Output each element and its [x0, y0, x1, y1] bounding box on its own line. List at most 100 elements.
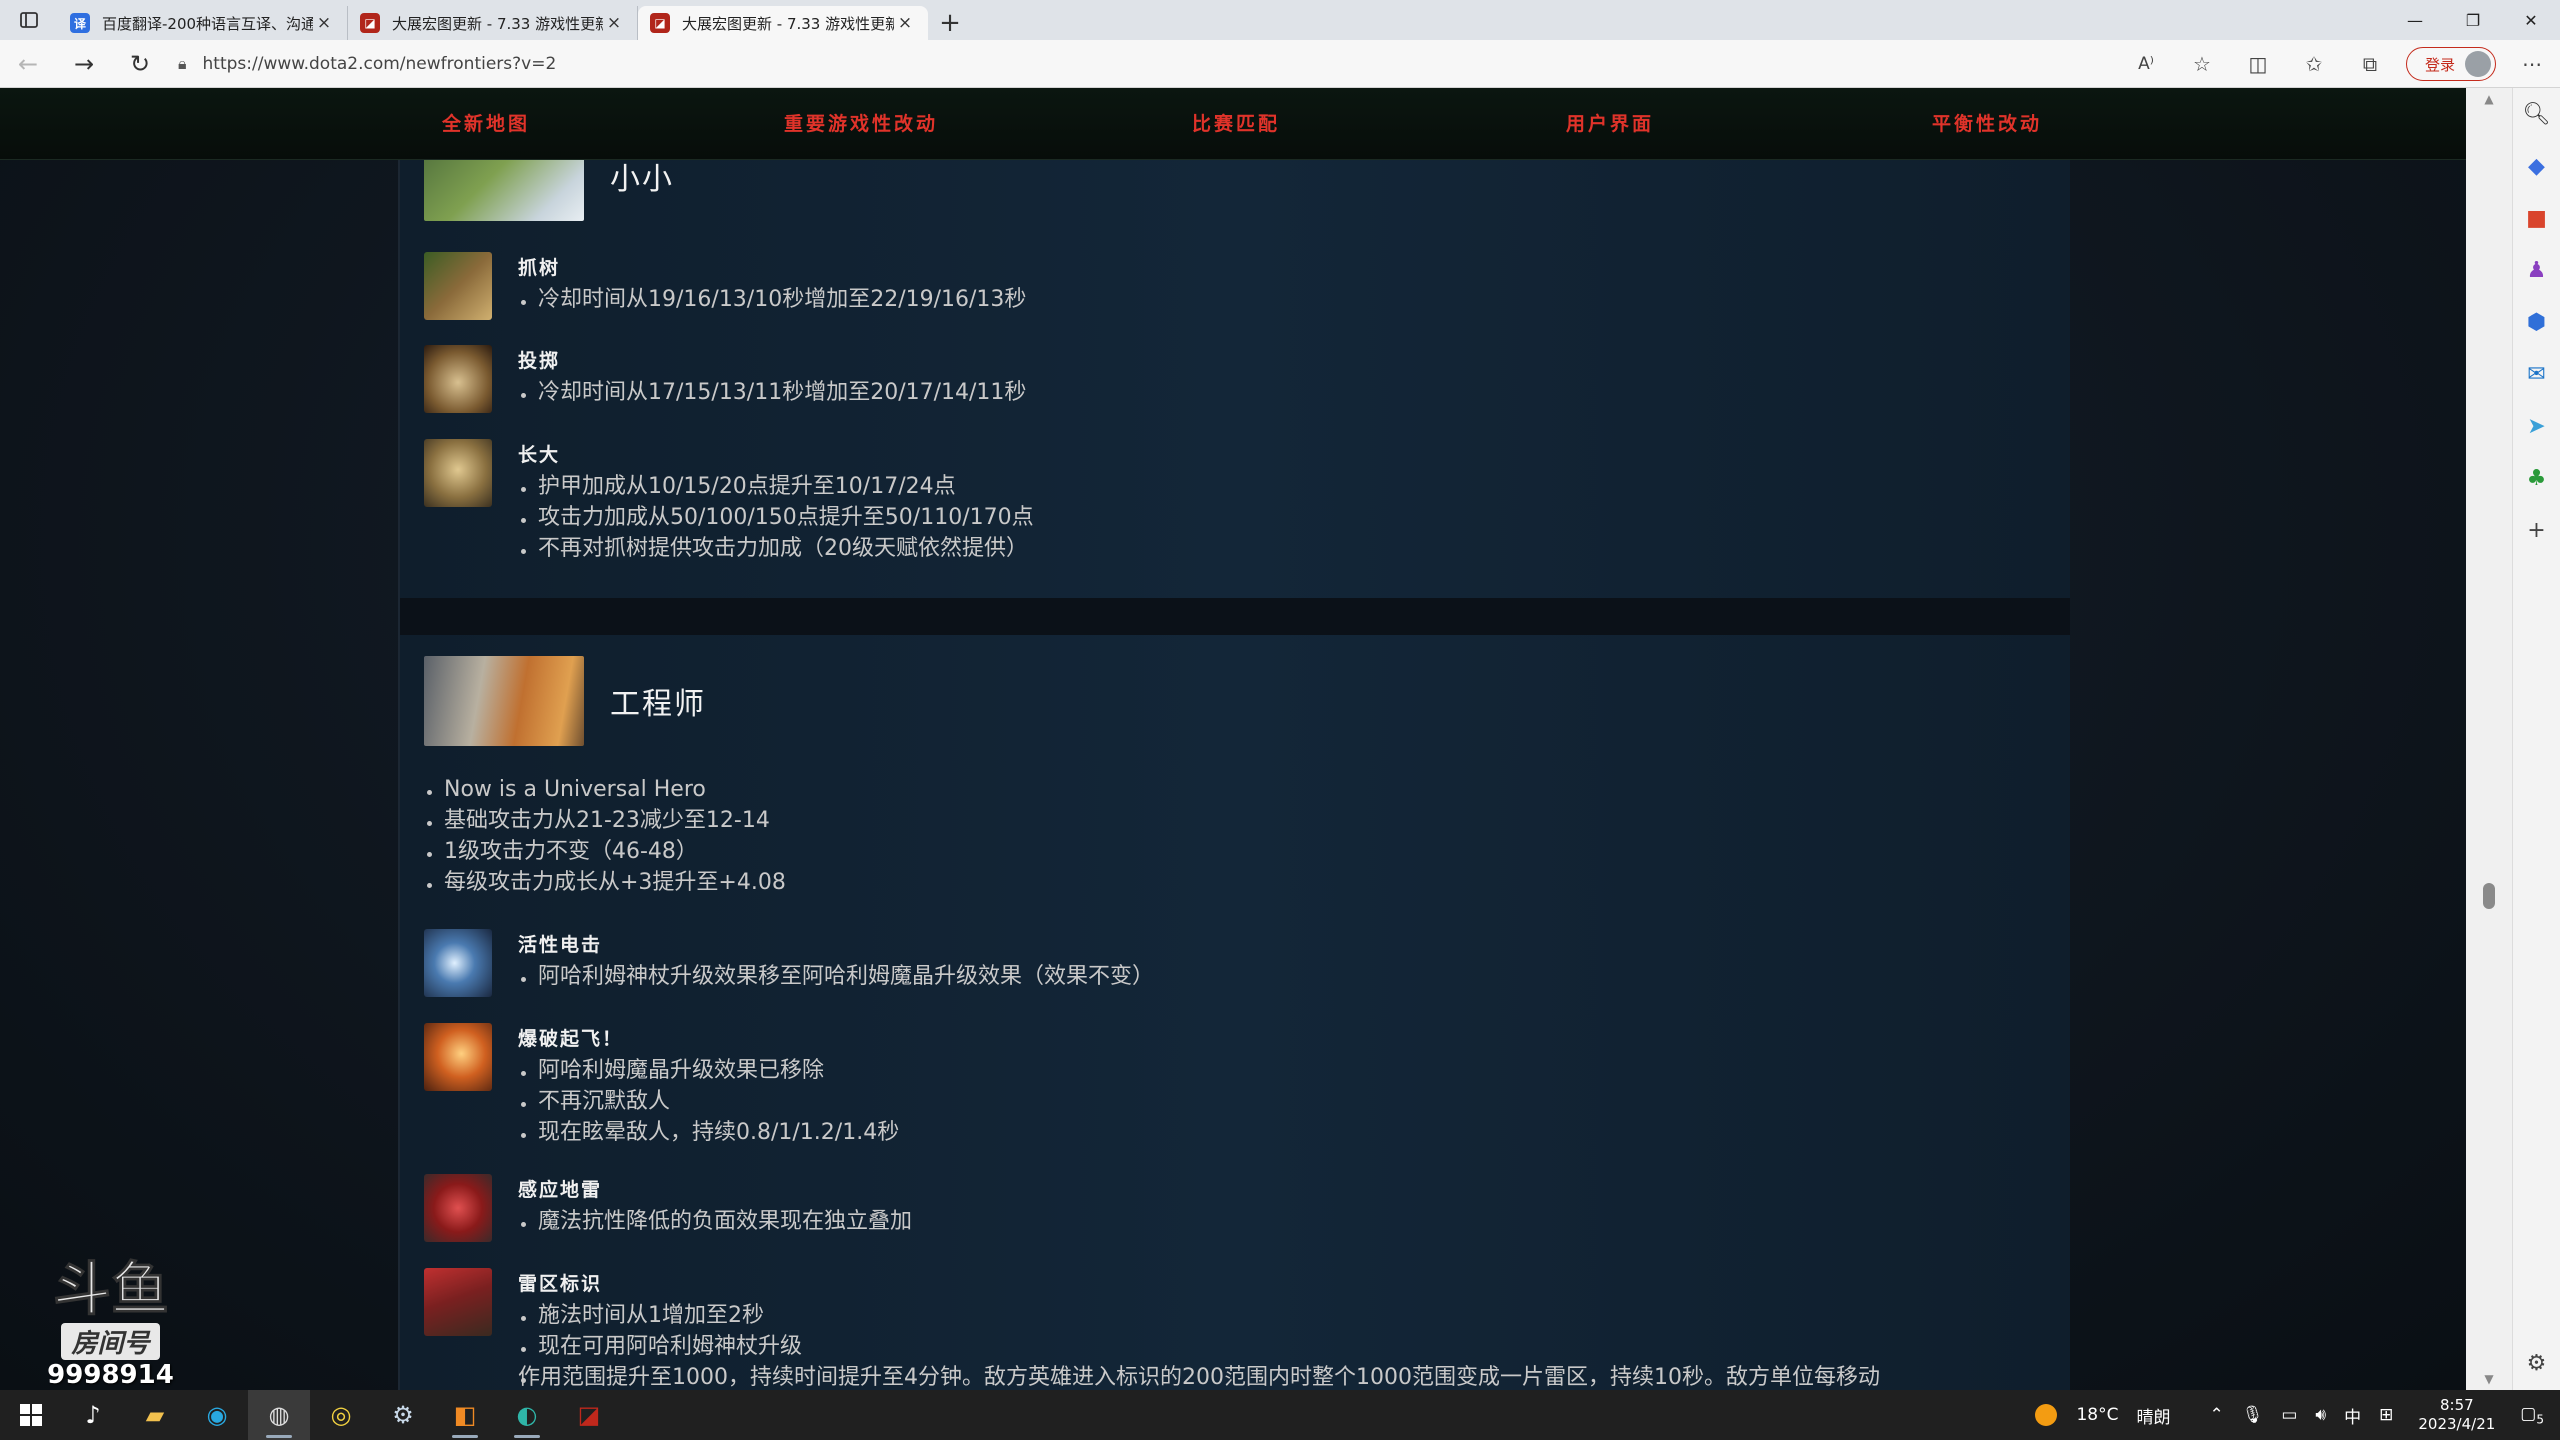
nav-gameplay-changes[interactable]: 重要游戏性改动	[784, 88, 938, 160]
scroll-up-icon[interactable]: ▲	[2466, 92, 2512, 106]
notification-button[interactable]: ▢5	[2520, 1404, 2544, 1426]
url-field[interactable]: 🔒︎ https://www.dota2.com/newfrontiers?v=…	[178, 40, 556, 88]
lock-icon: 🔒︎	[178, 53, 187, 73]
sidebar-games-button[interactable]: ♟	[2513, 244, 2560, 296]
plus-icon: +	[2527, 517, 2546, 543]
weather-text[interactable]: 晴朗	[2137, 1403, 2171, 1428]
windows-icon	[20, 1404, 42, 1426]
url-text: https://www.dota2.com/newfrontiers?v=2	[202, 53, 557, 74]
browser-tab-3-active[interactable]: ◪ 大展宏图更新 - 7.33 游戏性更新 ×	[638, 6, 928, 40]
dota-favicon-icon: ◪	[650, 13, 670, 33]
tab-close-icon[interactable]: ×	[313, 13, 335, 33]
network-icon[interactable]: ▭	[2281, 1405, 2297, 1425]
taskbar-app-active[interactable]: ◍	[248, 1390, 310, 1440]
clock[interactable]: 8:57 2023/4/21	[2418, 1396, 2495, 1434]
chess-icon: ♟	[2526, 257, 2547, 283]
app-swirl-icon: ◍	[268, 1401, 290, 1429]
page-scrollbar[interactable]: ▲ ▼	[2466, 88, 2512, 1390]
login-button[interactable]: 登录	[2405, 47, 2496, 81]
microphone-icon[interactable]: 🎙︎	[2242, 1405, 2264, 1425]
note-item: 每级攻击力成长从+3提升至+4.08	[424, 867, 786, 898]
tab-actions-icon	[20, 12, 38, 28]
tree-grab-ability-icon	[424, 252, 492, 320]
collections-button[interactable]: ⧉	[2342, 40, 2398, 88]
minimize-button[interactable]: —	[2386, 0, 2444, 40]
scrollbar-thumb[interactable]	[2483, 883, 2495, 909]
taskbar-steam[interactable]: ⚙	[372, 1390, 434, 1440]
svg-text:斗鱼: 斗鱼	[52, 1255, 168, 1317]
note-item: 不再对抓树提供攻击力加成（20级天赋依然提供）	[518, 533, 1034, 564]
taskbar-dota2[interactable]: ◪	[558, 1390, 620, 1440]
sidebar-tree-button[interactable]: ♣	[2513, 452, 2560, 504]
weather-temp[interactable]: 18°C	[2076, 1405, 2118, 1425]
nav-matchmaking[interactable]: 比赛匹配	[1192, 88, 1280, 160]
taskbar-file-explorer[interactable]: ▰	[124, 1390, 186, 1440]
forward-button[interactable]: →	[56, 40, 112, 88]
tab-close-icon[interactable]: ×	[894, 13, 916, 33]
ability-minefield-sign: 雷区标识 施法时间从1增加至2秒 现在可用阿哈利姆神杖升级 作用范围提升至100…	[424, 1268, 1880, 1390]
sidebar-add-button[interactable]: +	[2513, 504, 2560, 556]
nav-new-map[interactable]: 全新地图	[442, 88, 530, 160]
sidebar-tools-button[interactable]: ■	[2513, 192, 2560, 244]
split-screen-button[interactable]: ◫	[2230, 40, 2286, 88]
restore-button[interactable]: ❐	[2444, 0, 2502, 40]
app-orange-icon: ◧	[453, 1401, 477, 1429]
split-screen-icon: ◫	[2248, 52, 2268, 76]
keyboard-icon[interactable]: ⊞	[2379, 1405, 2393, 1425]
ability-laser: 活性电击 阿哈利姆神杖升级效果移至阿哈利姆魔晶升级效果（效果不变）	[424, 929, 1154, 997]
search-icon: 🔍︎	[2522, 101, 2551, 127]
ime-indicator[interactable]: 中	[2344, 1403, 2361, 1428]
more-icon: ⋯	[2522, 52, 2542, 76]
taskbar-tiktok[interactable]: ♪	[62, 1390, 124, 1440]
folder-icon: ▰	[145, 1401, 165, 1429]
laser-ability-icon	[424, 929, 492, 997]
ability-toss: 投掷 冷却时间从17/15/13/11秒增加至20/17/14/11秒	[424, 345, 1026, 413]
browser-tab-2[interactable]: ◪ 大展宏图更新 - 7.33 游戏性更新 ×	[348, 6, 638, 40]
note-item: 护甲加成从10/15/20点提升至10/17/24点	[518, 471, 1034, 502]
read-aloud-button[interactable]: A⁾	[2118, 40, 2174, 88]
clock-time: 8:57	[2439, 1396, 2474, 1414]
sidebar-send-button[interactable]: ➤	[2513, 400, 2560, 452]
taskbar: ♪ ▰ ◉ ◍ ◎ ⚙ ◧ ◐ ◪ 18°C 晴朗 ⌃ 🎙︎ ▭ 🔊︎ 中 ⊞ …	[0, 1390, 2560, 1440]
note-item: 现在可用阿哈利姆神杖升级	[518, 1331, 1880, 1362]
refresh-button[interactable]: ↻	[112, 40, 168, 88]
taskbar-app-orange[interactable]: ◧	[434, 1390, 496, 1440]
douyu-logo-icon: 斗鱼	[52, 1255, 169, 1324]
ability-name: 长大	[518, 444, 561, 466]
sidebar-settings-button[interactable]: ⚙	[2527, 1351, 2547, 1376]
volume-icon[interactable]: 🔊︎	[2315, 1405, 2326, 1425]
site-nav: 全新地图 重要游戏性改动 比赛匹配 用户界面 平衡性改动	[0, 88, 2466, 160]
browser-tab-1[interactable]: 译 百度翻译-200种语言互译、沟通全 ×	[58, 6, 348, 40]
panel-separator	[400, 598, 2070, 635]
sidebar-outlook-button[interactable]: ✉	[2513, 348, 2560, 400]
tab-actions-button[interactable]	[0, 0, 58, 40]
login-label: 登录	[2424, 55, 2455, 74]
nav-balance-changes[interactable]: 平衡性改动	[1932, 88, 2042, 160]
proximity-mine-ability-icon	[424, 1174, 492, 1242]
douyu-watermark: 斗鱼 房间号 9998914	[38, 1255, 183, 1391]
system-tray: 18°C 晴朗 ⌃ 🎙︎ ▭ 🔊︎ 中 ⊞ 8:57 2023/4/21 ▢5	[2035, 1390, 2560, 1440]
sidebar-office-button[interactable]: ⬢	[2513, 296, 2560, 348]
sidebar-search-button[interactable]: 🔍︎	[2513, 88, 2560, 140]
scroll-down-icon[interactable]: ▼	[2466, 1372, 2512, 1386]
sidebar-shopping-button[interactable]: ◆	[2513, 140, 2560, 192]
tab-close-icon[interactable]: ×	[603, 13, 625, 33]
favorites-button[interactable]: ✩	[2286, 40, 2342, 88]
hero-header-tinker: 工程师	[424, 656, 706, 746]
taskbar-app-owl[interactable]: ◎	[310, 1390, 372, 1440]
edge-sidebar: 🔍︎ ◆ ■ ♟ ⬢ ✉ ➤ ♣ + ⚙	[2512, 88, 2560, 1390]
taskbar-app-blue[interactable]: ◉	[186, 1390, 248, 1440]
settings-more-button[interactable]: ⋯	[2504, 40, 2560, 88]
new-tab-button[interactable]: +	[928, 6, 972, 40]
add-favorite-button[interactable]: ☆	[2174, 40, 2230, 88]
ability-name: 感应地雷	[518, 1179, 603, 1201]
taskbar-edge[interactable]: ◐	[496, 1390, 558, 1440]
close-window-button[interactable]: ✕	[2502, 0, 2560, 40]
back-button[interactable]: ←	[0, 40, 56, 88]
note-item: 现在眩晕敌人，持续0.8/1/1.2/1.4秒	[518, 1117, 899, 1148]
note-item: Now is a Universal Hero	[424, 774, 786, 805]
start-button[interactable]	[0, 1390, 62, 1440]
chevron-up-icon[interactable]: ⌃	[2210, 1405, 2224, 1425]
nav-user-interface[interactable]: 用户界面	[1566, 88, 1654, 160]
baidu-translate-favicon-icon: 译	[70, 13, 90, 33]
